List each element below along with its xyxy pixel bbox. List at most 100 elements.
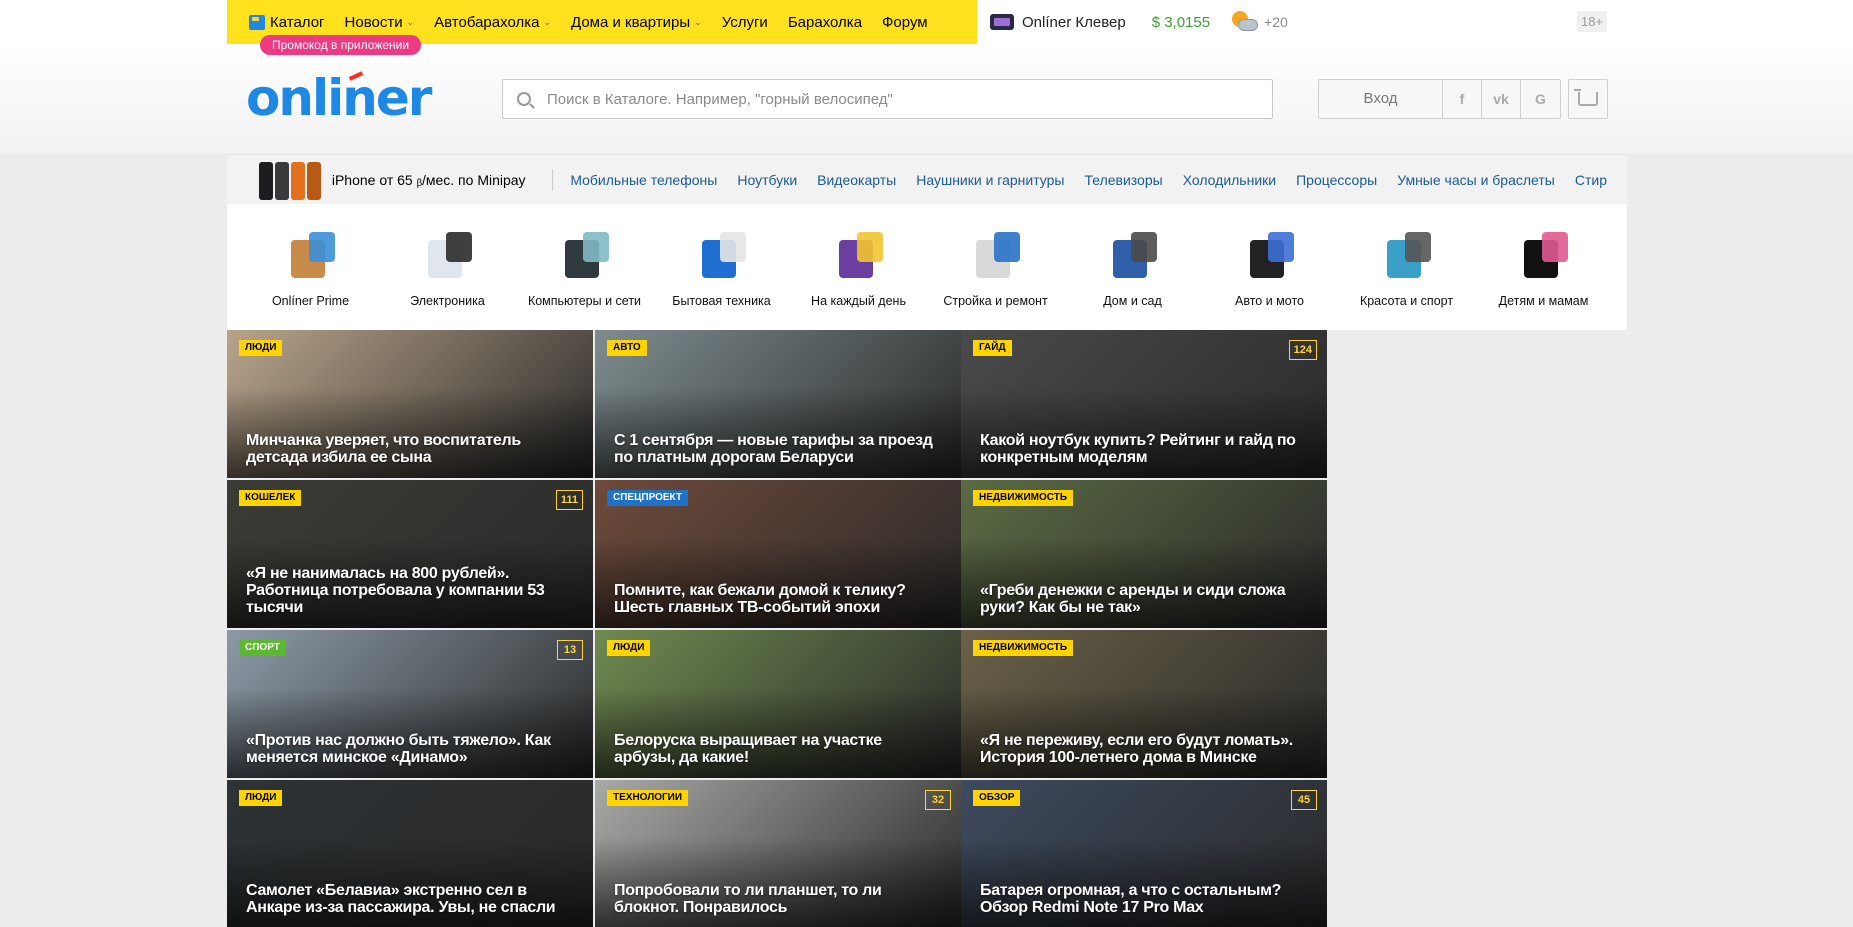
rubric-badge[interactable]: Люди [239, 790, 283, 806]
category-item[interactable]: На каждый день [790, 204, 927, 330]
login-button[interactable]: Вход [1319, 80, 1443, 118]
comments-count[interactable]: 13 [557, 640, 583, 660]
rubric-badge[interactable]: Авто [607, 340, 647, 356]
news-title[interactable]: Белоруска выращивает на участке арбузы, … [614, 732, 941, 766]
news-tile[interactable]: Авто С 1 сентября — новые тарифы за проез… [595, 330, 961, 478]
category-label: Красота и спорт [1359, 294, 1454, 308]
category-row: Onlíner Prime Электроника Компьютеры и сет… [227, 204, 1627, 330]
catalog-link[interactable]: Стир [1575, 172, 1607, 188]
topnav-item[interactable]: Дома и квартиры ⌄ [571, 14, 702, 31]
facebook-icon[interactable]: f [1443, 80, 1482, 118]
news-tile[interactable]: Кошелек «Я не нанималась на 800 рублей». … [227, 480, 593, 628]
catalog-link[interactable]: Процессоры [1296, 172, 1377, 188]
news-title[interactable]: Какой ноутбук купить? Рейтинг и гайд по … [980, 432, 1307, 466]
rubric-badge[interactable]: Спецпроект [607, 490, 689, 506]
news-title[interactable]: Самолет «Белавиа» экстренно сел в Анкаре… [246, 882, 573, 916]
chevron-down-icon: ⌄ [406, 16, 415, 27]
category-label: Авто и мото [1235, 294, 1304, 308]
rubric-badge[interactable]: Недвижимость [973, 640, 1074, 656]
google-icon[interactable]: G [1521, 80, 1560, 118]
category-label: Onlíner Prime [271, 294, 350, 308]
age-rating-badge: 18+ [1577, 11, 1607, 32]
catalog-nav: iPhone от 65 ᵦ/мес. по Minipay Мобильные… [227, 154, 1627, 204]
rubric-badge[interactable]: Гайд [973, 340, 1012, 356]
category-item[interactable]: Стройка и ремонт [927, 204, 1064, 330]
logo[interactable]: onliner [246, 68, 432, 128]
catalog-icon [249, 14, 265, 30]
topnav-label: Барахолка [787, 13, 863, 31]
news-tile[interactable]: Недвижимость «Я не переживу, если его буд… [961, 630, 1327, 778]
news-tile[interactable]: Недвижимость «Греби денежки с аренды и си… [961, 480, 1327, 628]
search-box[interactable] [502, 79, 1273, 119]
news-title[interactable]: Минчанка уверяет, что воспитатель детсад… [246, 432, 573, 466]
minipay-promo-link[interactable]: iPhone от 65 ᵦ/мес. по Minipay [332, 172, 526, 188]
news-title[interactable]: «Греби денежки с аренды и сиди сложа рук… [980, 582, 1307, 616]
catalog-link[interactable]: Холодильники [1183, 172, 1276, 188]
chevron-down-icon: ⌄ [694, 16, 702, 27]
category-item[interactable]: Бытовая техника [653, 204, 790, 330]
catalog-link[interactable]: Ноутбуки [737, 172, 797, 188]
news-tile[interactable]: Люди Самолет «Белавиа» экстренно сел в Ан… [227, 780, 593, 927]
news-title[interactable]: «Против нас должно быть тяжело». Как мен… [246, 732, 573, 766]
rubric-badge[interactable]: Люди [607, 640, 651, 656]
currency-rate[interactable]: $ 3,0155 [1152, 14, 1210, 31]
klever-link[interactable]: Onlíner Клевер [1022, 14, 1126, 31]
rubric-badge[interactable]: Недвижимость [973, 490, 1074, 506]
topnav-item[interactable]: Барахолка [788, 14, 862, 31]
topnav-item[interactable]: Услуги [722, 14, 768, 31]
vk-icon[interactable]: vk [1482, 80, 1521, 118]
comments-count[interactable]: 111 [555, 490, 583, 510]
news-tile[interactable]: Обзор Батарея огромная, а что с остальным… [961, 780, 1327, 927]
catalog-link[interactable]: Видеокарты [817, 172, 896, 188]
rubric-badge[interactable]: Спорт [239, 640, 286, 656]
news-tile[interactable]: Технологии Попробовали то ли планшет, то … [595, 780, 961, 927]
comments-count[interactable]: 32 [925, 790, 951, 810]
rubric-badge[interactable]: Люди [239, 340, 283, 356]
news-tile[interactable]: Спецпроект Помните, как бежали домой к те… [595, 480, 961, 628]
comments-count[interactable]: 124 [1288, 340, 1317, 360]
category-item[interactable]: Красота и спорт [1338, 204, 1475, 330]
news-title[interactable]: «Я не нанималась на 800 рублей». Работни… [246, 565, 573, 616]
category-item[interactable]: Детям и мамам [1475, 204, 1612, 330]
fridge-icon [692, 226, 752, 286]
phone-headphones-icon [418, 226, 478, 286]
topnav-label: Форум [882, 13, 928, 31]
category-item[interactable]: Авто и мото [1201, 204, 1338, 330]
topnav-item[interactable]: Форум [882, 14, 928, 31]
category-item[interactable]: Onlíner Prime [242, 204, 379, 330]
auth-group: Вход f vk G [1318, 79, 1561, 119]
catalog-link[interactable]: Мобильные телефоны [570, 172, 717, 188]
category-item[interactable]: Электроника [379, 204, 516, 330]
temperature[interactable]: +20 [1264, 14, 1288, 30]
news-tile[interactable]: Спорт «Против нас должно быть тяжело». Ка… [227, 630, 593, 778]
catalog-link[interactable]: Телевизоры [1084, 172, 1162, 188]
category-item[interactable]: Компьютеры и сети [516, 204, 653, 330]
news-title[interactable]: С 1 сентября — новые тарифы за проезд по… [614, 432, 941, 466]
news-tile[interactable]: Люди Белоруска выращивает на участке арбу… [595, 630, 961, 778]
catalog-link[interactable]: Наушники и гарнитуры [916, 172, 1064, 188]
news-title[interactable]: Батарея огромная, а что с остальным? Обз… [980, 882, 1307, 916]
news-tile[interactable]: Гайд Какой ноутбук купить? Рейтинг и гайд… [961, 330, 1327, 478]
news-tile[interactable]: Люди Минчанка уверяет, что воспитатель де… [227, 330, 593, 478]
app-promo-badge[interactable]: Промокод в приложении [260, 35, 422, 55]
news-title[interactable]: «Я не переживу, если его будут ломать». … [980, 732, 1307, 766]
iphone-promo-icon[interactable] [259, 158, 321, 202]
rubric-badge[interactable]: Технологии [607, 790, 689, 806]
topnav-item[interactable]: Автобарахолка ⌄ [434, 14, 551, 31]
stroller-icon [1514, 226, 1574, 286]
cart-button[interactable] [1568, 79, 1608, 119]
comments-count[interactable]: 45 [1291, 790, 1317, 810]
category-item[interactable]: Дом и сад [1064, 204, 1201, 330]
topnav-item[interactable]: Каталог [249, 14, 325, 31]
news-title[interactable]: Попробовали то ли планшет, то ли блокнот… [614, 882, 941, 916]
rubric-badge[interactable]: Кошелек [239, 490, 302, 506]
rubric-badge[interactable]: Обзор [973, 790, 1021, 806]
category-label: Электроника [410, 294, 485, 308]
topnav-item[interactable]: Новости ⌄ [345, 14, 415, 31]
catalog-link[interactable]: Умные часы и браслеты [1397, 172, 1555, 188]
chevron-down-icon: ⌄ [543, 16, 551, 27]
weather-icon[interactable] [1230, 10, 1259, 34]
search-input[interactable] [547, 90, 1227, 108]
news-title[interactable]: Помните, как бежали домой к телику? Шест… [614, 582, 941, 616]
topnav-label: Новости [344, 13, 403, 31]
